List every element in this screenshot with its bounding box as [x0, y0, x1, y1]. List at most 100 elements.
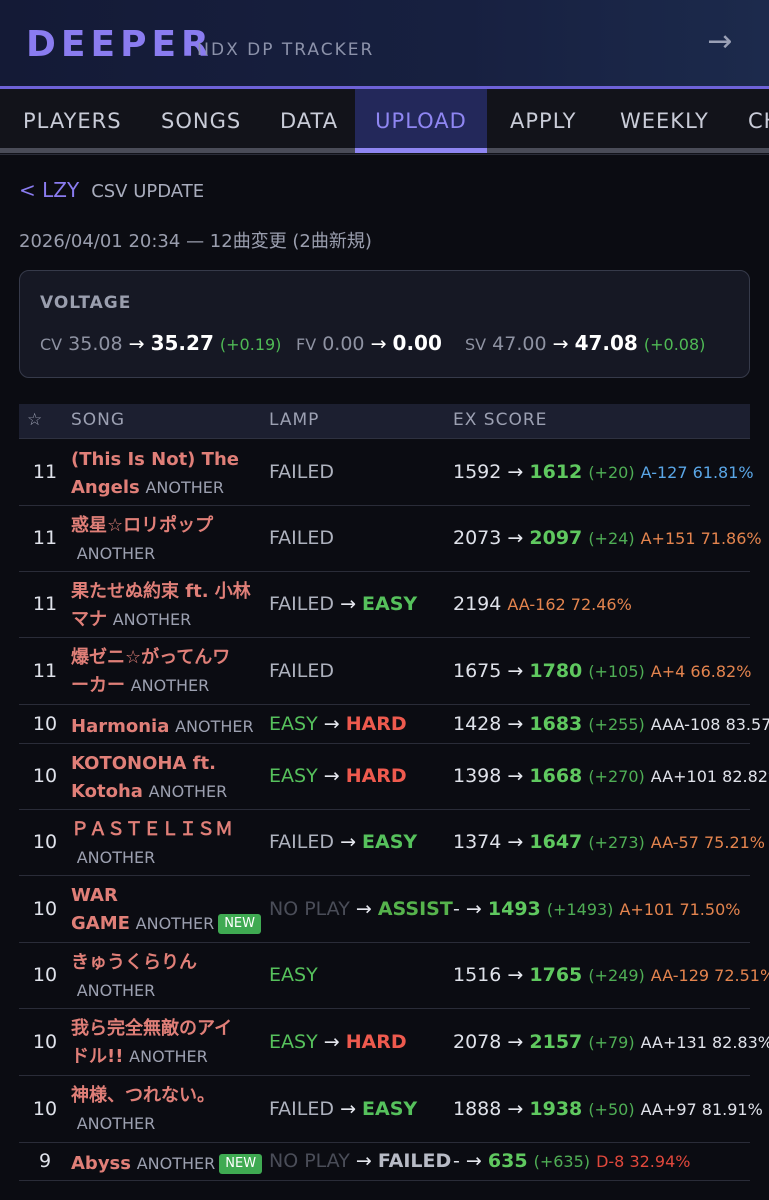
arrow-icon: →: [340, 831, 356, 853]
ex-old: 2073: [453, 527, 502, 549]
song-title-line2[interactable]: GAME: [71, 913, 130, 934]
song-title[interactable]: WAR: [71, 885, 118, 906]
ex-new: 2097: [529, 527, 583, 549]
level-cell: 11: [32, 461, 58, 483]
ex-score-cell: 2073 → 2097 (+24) A+151 71.86%: [453, 527, 762, 549]
difficulty-label: ANOTHER: [129, 1047, 208, 1066]
song-title[interactable]: 我ら完全無敵のアイ: [71, 1018, 232, 1039]
ex-score-cell: - → 1493 (+1493) A+101 71.50%: [453, 898, 740, 920]
tab-ch[interactable]: CH: [725, 89, 769, 153]
ex-delta: (+105): [588, 662, 645, 681]
grade-label: AA-57 75.21%: [650, 833, 766, 852]
table-row[interactable]: 10 WAR GAME ANOTHER NEW NO PLAY → ASSIST - → …: [19, 876, 750, 943]
ex-new: 1683: [529, 713, 583, 735]
song-title[interactable]: ＰＡＳＴＥＬＩＳＭ: [71, 819, 233, 840]
ex-delta: (+50): [588, 1100, 635, 1119]
ex-old: -: [453, 898, 460, 920]
song-title[interactable]: Abyss: [71, 1153, 131, 1174]
arrow-icon: →: [323, 765, 340, 787]
ex-score-cell: - → 635 (+635) D-8 32.94%: [453, 1150, 690, 1172]
lamp-new: EASY: [362, 831, 418, 853]
lamp-old: EASY: [269, 765, 318, 787]
lamp-old: EASY: [269, 964, 318, 986]
lamp-old: FAILED: [269, 660, 335, 682]
song-title[interactable]: KOTONOHA ft.: [71, 753, 216, 774]
lamp-new: FAILED: [377, 1150, 452, 1172]
table-row[interactable]: 10 きゅうくらりん ANOTHER EASY 1516 → 1765 (+249) …: [19, 943, 769, 1009]
arrow-icon: →: [355, 1150, 372, 1172]
song-cell: ＰＡＳＴＥＬＩＳＭ ANOTHER: [71, 816, 266, 872]
song-title-line2[interactable]: ドル!!: [71, 1046, 123, 1067]
star-icon[interactable]: ☆: [27, 410, 43, 430]
ex-delta: (+635): [533, 1152, 591, 1171]
new-badge: NEW: [219, 1154, 263, 1174]
voltage-card: VOLTAGE CV 35.08 → 35.27 (+0.19) FV 0.00…: [19, 270, 750, 378]
song-title[interactable]: (This Is Not) The: [71, 449, 239, 470]
song-cell: Harmonia ANOTHER: [71, 713, 266, 741]
table-row[interactable]: 10 我ら完全無敵のアイ ドル!! ANOTHER EASY → HARD 2078 →…: [19, 1009, 769, 1076]
table-row[interactable]: 11 爆ゼニ☆がってんワ ーカー ANOTHER FAILED 1675 → 1780 …: [19, 638, 752, 705]
brand-subtitle: IIDX DP TRACKER: [197, 40, 375, 60]
lamp-cell: FAILED → EASY: [269, 831, 417, 853]
song-title-line2[interactable]: マナ: [71, 609, 107, 630]
lamp-cell: FAILED → EASY: [269, 593, 417, 615]
arrow-right-icon[interactable]: →: [700, 22, 740, 62]
lamp-cell: FAILED: [269, 527, 334, 549]
song-title-line2[interactable]: Angels: [71, 477, 140, 498]
arrow-icon: →: [507, 964, 524, 986]
lamp-cell: EASY → HARD: [269, 713, 407, 735]
table-row[interactable]: 9 Abyss ANOTHER NEW NO PLAY → FAILED - → 635…: [19, 1143, 750, 1181]
arrow-icon: →: [340, 1098, 356, 1120]
level-cell: 9: [38, 1150, 52, 1172]
ex-delta: (+24): [588, 529, 635, 548]
difficulty-label: ANOTHER: [130, 676, 210, 695]
brand-logo[interactable]: DEEPER: [26, 24, 214, 65]
new-badge: NEW: [218, 914, 261, 934]
arrow-icon: →: [507, 1031, 524, 1053]
difficulty-label: ANOTHER: [145, 478, 225, 497]
song-title[interactable]: 果たせぬ約束 ft. 小林: [71, 581, 251, 602]
song-title[interactable]: Harmonia: [71, 716, 169, 737]
ex-old: 1888: [453, 1098, 502, 1120]
song-title-line2[interactable]: ーカー: [71, 675, 125, 696]
tab-apply[interactable]: APPLY: [487, 89, 599, 153]
tab-players[interactable]: PLAYERS: [0, 89, 145, 153]
table-row[interactable]: 11 (This Is Not) The Angels ANOTHER FAILED 1…: [19, 440, 754, 506]
song-title[interactable]: きゅうくらりん: [71, 952, 197, 973]
ex-score-cell: 1428 → 1683 (+255) AAA-108 83.57%: [453, 713, 769, 735]
lamp-new: ASSIST: [377, 898, 453, 920]
table-row[interactable]: 10 神様、つれない。 ANOTHER FAILED → EASY 1888 → 19…: [19, 1076, 763, 1143]
table-row[interactable]: 10 ＰＡＳＴＥＬＩＳＭ ANOTHER FAILED → EASY 1374 → 1…: [19, 810, 765, 876]
song-title-line2[interactable]: Kotoha: [71, 781, 143, 802]
song-title[interactable]: 神様、つれない。: [71, 1085, 215, 1106]
tab-songs[interactable]: SONGS: [138, 89, 264, 153]
difficulty-label: ANOTHER: [148, 782, 228, 801]
voltage-sv: SV 47.00 → 47.08 (+0.08): [465, 331, 706, 355]
ex-old: 1592: [453, 461, 502, 483]
ex-delta: (+20): [588, 463, 635, 482]
ex-delta: (+249): [588, 966, 645, 985]
col-ex-score[interactable]: EX SCORE: [453, 410, 547, 430]
ex-delta: (+79): [588, 1033, 635, 1052]
col-lamp[interactable]: LAMP: [269, 410, 319, 430]
ex-score-cell: 1398 → 1668 (+270) AA+101 82.82%: [453, 765, 769, 787]
arrow-icon: →: [507, 713, 524, 735]
difficulty-label: ANOTHER: [76, 981, 156, 1000]
song-title[interactable]: 爆ゼニ☆がってんワ: [71, 647, 230, 668]
ex-score-cell: 1888 → 1938 (+50) AA+97 81.91%: [453, 1098, 763, 1120]
col-song[interactable]: SONG: [71, 410, 125, 430]
table-row[interactable]: 11 果たせぬ約束 ft. 小林 マナ ANOTHER FAILED → EASY 21…: [19, 572, 750, 638]
lamp-new: EASY: [362, 1098, 418, 1120]
tab-weekly[interactable]: WEEKLY: [597, 89, 732, 153]
table-row[interactable]: 11 惑星☆ロリポップ ANOTHER FAILED 2073 → 2097 (+24…: [19, 506, 762, 572]
song-title[interactable]: 惑星☆ロリポップ: [71, 515, 213, 536]
tab-data[interactable]: DATA: [257, 89, 361, 153]
table-row[interactable]: 10 Harmonia ANOTHER EASY → HARD 1428 → 1683…: [19, 705, 769, 744]
song-cell: (This Is Not) The Angels ANOTHER: [71, 446, 266, 502]
grade-label: A+4 66.82%: [650, 662, 752, 681]
song-cell: 果たせぬ約束 ft. 小林 マナ ANOTHER: [71, 578, 266, 634]
tab-upload[interactable]: UPLOAD: [355, 89, 487, 153]
back-link[interactable]: < LZY: [19, 178, 79, 202]
ex-new: 1647: [529, 831, 583, 853]
table-row[interactable]: 10 KOTONOHA ft. Kotoha ANOTHER EASY → HARD 1…: [19, 744, 769, 810]
